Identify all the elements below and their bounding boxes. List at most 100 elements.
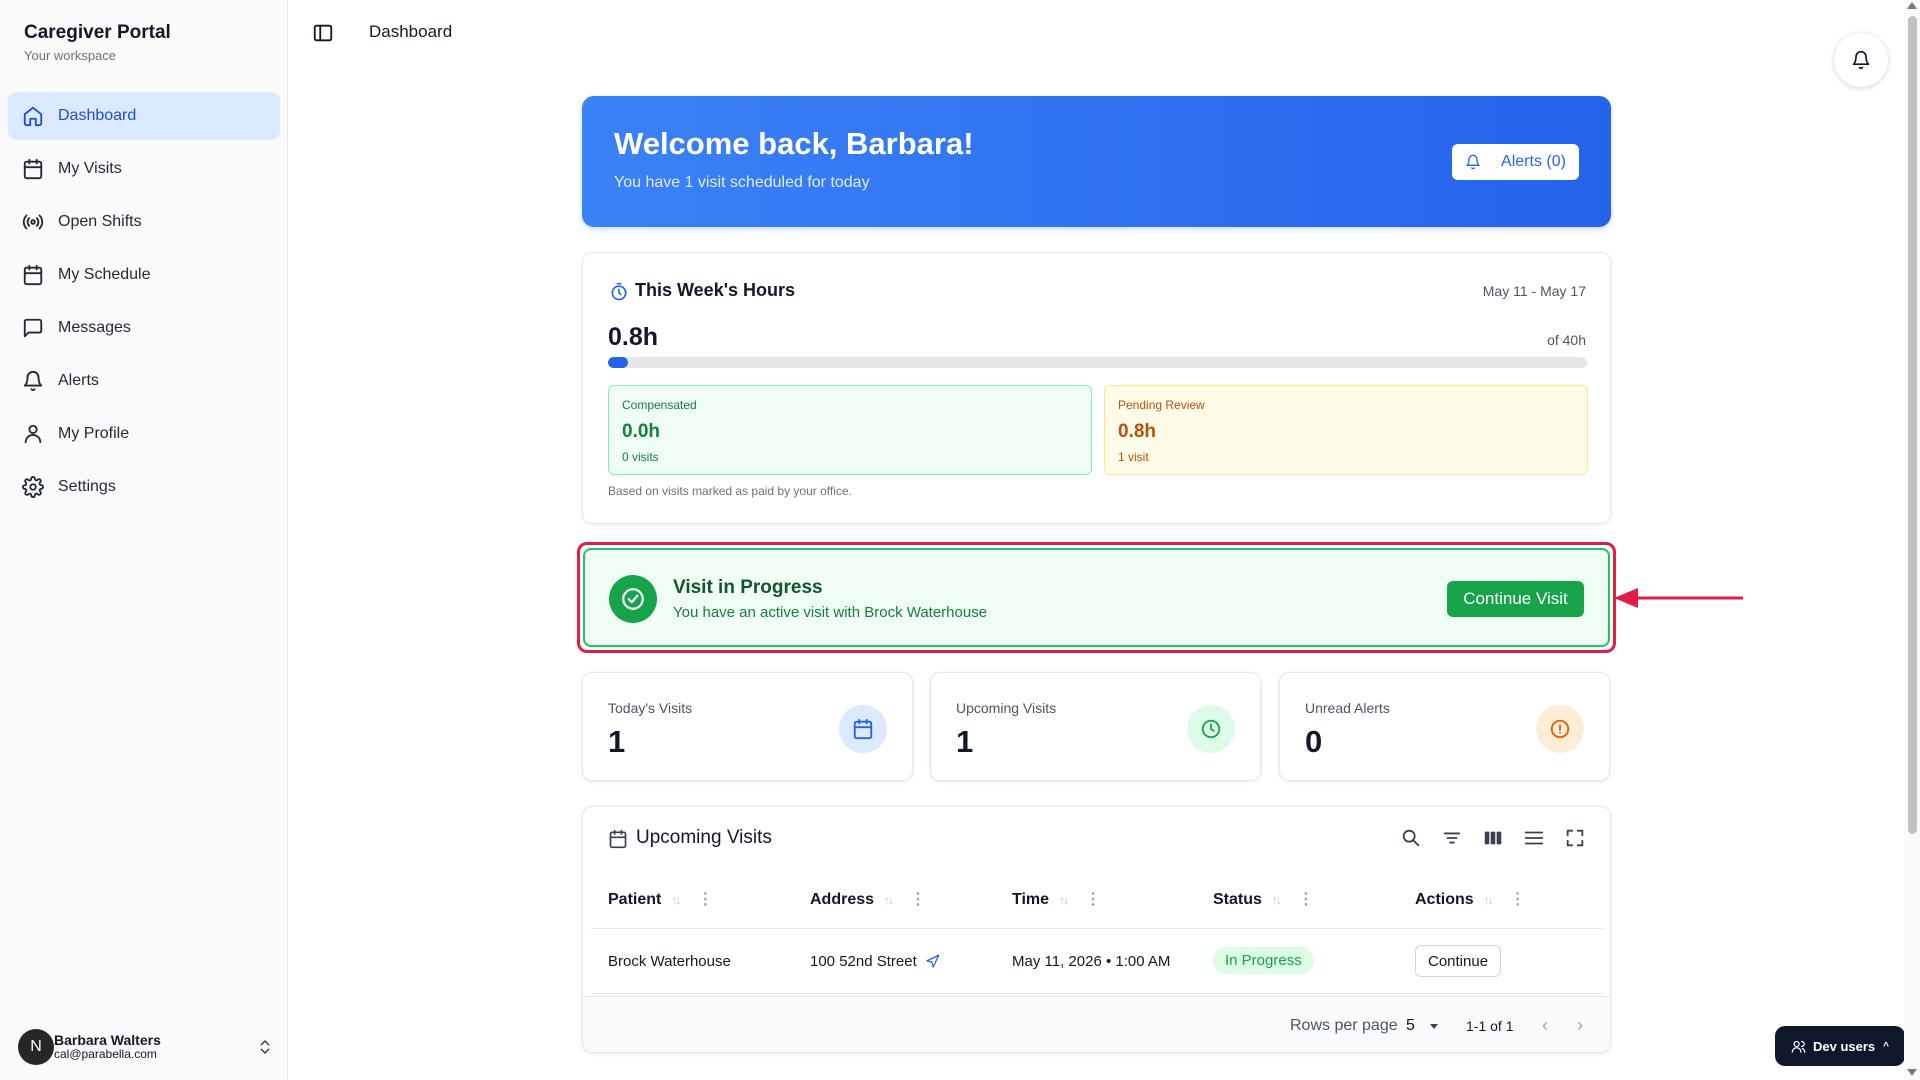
sidebar-item-label: Messages	[58, 319, 131, 336]
column-header-address[interactable]: Address ↑↓ ⋮	[810, 891, 926, 909]
sort-icon[interactable]: ↑↓	[671, 893, 681, 907]
bell-icon	[23, 371, 43, 392]
user-email: cal@parabella.com	[54, 1047, 157, 1062]
welcome-banner: Welcome back, Barbara! You have 1 visit …	[582, 96, 1611, 227]
weekly-hours-card: This Week's Hours May 11 - May 17 0.8h o…	[582, 252, 1611, 524]
sidebar-item-messages[interactable]: Messages	[8, 304, 280, 352]
page-range: 1-1 of 1	[1466, 1018, 1514, 1034]
continue-visit-button[interactable]: Continue Visit	[1447, 581, 1584, 617]
hours-note: Based on visits marked as paid by your o…	[608, 484, 852, 498]
column-menu-icon[interactable]: ⋮	[1298, 892, 1314, 908]
hours-progress-bar	[608, 357, 1587, 368]
column-menu-icon[interactable]: ⋮	[697, 892, 713, 908]
sidebar-item-label: Settings	[58, 478, 116, 495]
column-label: Time	[1012, 891, 1050, 908]
compensated-count: 0 visits	[622, 450, 659, 464]
sidebar-item-my-profile[interactable]: My Profile	[8, 410, 280, 458]
notifications-button[interactable]	[1834, 33, 1888, 87]
stat-value: 1	[608, 724, 626, 759]
sort-icon[interactable]: ↑↓	[884, 893, 894, 907]
pending-count: 1 visit	[1118, 450, 1149, 464]
hours-progress-fill	[608, 357, 628, 368]
weekly-hours-title: This Week's Hours	[635, 280, 795, 300]
continue-button[interactable]: Continue	[1415, 945, 1502, 977]
table-pagination: Rows per page 5 1-1 of 1 ‹ ›	[583, 996, 1610, 1052]
sidebar-nav: Dashboard My Visits Open Shifts My Sched…	[8, 92, 280, 516]
previous-page-icon[interactable]: ‹	[1542, 1015, 1548, 1036]
chevrons-up-down-icon	[260, 1040, 270, 1054]
user-menu[interactable]: N Barbara Walters cal@parabella.com	[18, 1022, 274, 1072]
sidebar: Caregiver Portal Your workspace Dashboar…	[0, 0, 288, 1080]
scrollbar-thumb[interactable]	[1908, 16, 1917, 834]
table-row[interactable]: Brock Waterhouse 100 52nd Street May 11,…	[591, 930, 1603, 994]
columns-icon[interactable]	[1480, 825, 1506, 851]
chevron-up-icon: ^	[1883, 1040, 1889, 1052]
breadcrumb: Dashboard	[369, 22, 453, 41]
dev-users-label: Dev users	[1813, 1038, 1876, 1054]
column-header-status[interactable]: Status ↑↓ ⋮	[1213, 891, 1314, 909]
sidebar-item-open-shifts[interactable]: Open Shifts	[8, 198, 280, 246]
search-icon[interactable]	[1398, 825, 1424, 851]
sidebar-item-label: Alerts	[58, 372, 99, 389]
chevron-down-icon[interactable]	[1430, 1024, 1438, 1029]
welcome-subtitle: You have 1 visit scheduled for today	[614, 174, 870, 191]
compensated-label: Compensated	[622, 398, 697, 412]
calendar-icon	[23, 264, 43, 286]
pending-label: Pending Review	[1118, 398, 1205, 412]
column-header-patient[interactable]: Patient ↑↓ ⋮	[608, 891, 713, 909]
user-icon	[24, 424, 42, 444]
stat-card-unread-alerts: Unread Alerts 0	[1279, 672, 1610, 781]
sidebar-item-settings[interactable]: Settings	[8, 463, 280, 511]
column-header-actions[interactable]: Actions ↑↓ ⋮	[1415, 891, 1526, 909]
broadcast-icon	[22, 214, 44, 230]
sort-icon[interactable]: ↑↓	[1059, 893, 1069, 907]
home-icon	[23, 106, 43, 127]
upcoming-visits-card: Upcoming Visits Patient ↑↓ ⋮ Address ↑↓ ⋮ Ti…	[582, 806, 1611, 1053]
calendar-icon	[609, 829, 627, 849]
sidebar-item-label: My Profile	[58, 425, 130, 442]
scroll-down-icon[interactable]	[1907, 1069, 1917, 1076]
user-info: Barbara Walters cal@parabella.com	[54, 1032, 256, 1062]
sidebar-item-dashboard[interactable]: Dashboard	[8, 92, 280, 140]
user-name: Barbara Walters	[54, 1032, 161, 1049]
stat-card-todays-visits: Today's Visits 1	[582, 672, 913, 781]
hours-target: of 40h	[1547, 332, 1586, 348]
sidebar-item-label: My Visits	[58, 160, 122, 177]
rows-per-page-select[interactable]: 5	[1406, 1017, 1415, 1035]
sidebar-toggle-icon[interactable]	[312, 22, 334, 44]
sidebar-item-my-visits[interactable]: My Visits	[8, 145, 280, 193]
sidebar-item-label: Open Shifts	[58, 213, 142, 230]
fullscreen-icon[interactable]	[1562, 825, 1588, 851]
alerts-button[interactable]: Alerts (0)	[1452, 144, 1579, 180]
column-menu-icon[interactable]: ⋮	[1085, 892, 1101, 908]
navigation-icon[interactable]	[925, 954, 940, 969]
column-label: Actions	[1415, 891, 1474, 908]
cell-address: 100 52nd Street	[810, 953, 940, 970]
stat-label: Upcoming Visits	[956, 700, 1057, 716]
visit-in-progress-title: Visit in Progress	[673, 577, 823, 598]
filter-icon[interactable]	[1439, 825, 1465, 851]
sidebar-item-alerts[interactable]: Alerts	[8, 357, 280, 405]
sidebar-item-my-schedule[interactable]: My Schedule	[8, 251, 280, 299]
rows-per-page-label: Rows per page	[1290, 1017, 1398, 1034]
column-menu-icon[interactable]: ⋮	[910, 892, 926, 908]
bell-icon	[1466, 154, 1480, 170]
scroll-up-icon[interactable]	[1907, 2, 1917, 9]
column-menu-icon[interactable]: ⋮	[1510, 892, 1526, 908]
stat-label: Today's Visits	[608, 700, 693, 716]
status-badge: In Progress	[1213, 947, 1314, 974]
sidebar-item-label: My Schedule	[58, 266, 151, 283]
compensated-card: Compensated 0.0h 0 visits	[608, 385, 1092, 475]
density-icon[interactable]	[1521, 825, 1547, 851]
pointer-arrow-icon	[1614, 588, 1743, 608]
sort-icon[interactable]: ↑↓	[1484, 893, 1494, 907]
check-circle-icon	[609, 575, 657, 623]
week-range: May 11 - May 17	[1482, 283, 1586, 299]
sort-icon[interactable]: ↑↓	[1272, 893, 1282, 907]
next-page-icon[interactable]: ›	[1577, 1015, 1583, 1036]
dev-users-button[interactable]: Dev users ^	[1775, 1026, 1905, 1066]
column-header-time[interactable]: Time ↑↓ ⋮	[1012, 891, 1101, 909]
stat-value: 1	[956, 724, 974, 759]
visit-in-progress-subtitle: You have an active visit with Brock Wate…	[673, 604, 988, 621]
app-root: Caregiver Portal Your workspace Dashboar…	[0, 0, 1920, 1080]
